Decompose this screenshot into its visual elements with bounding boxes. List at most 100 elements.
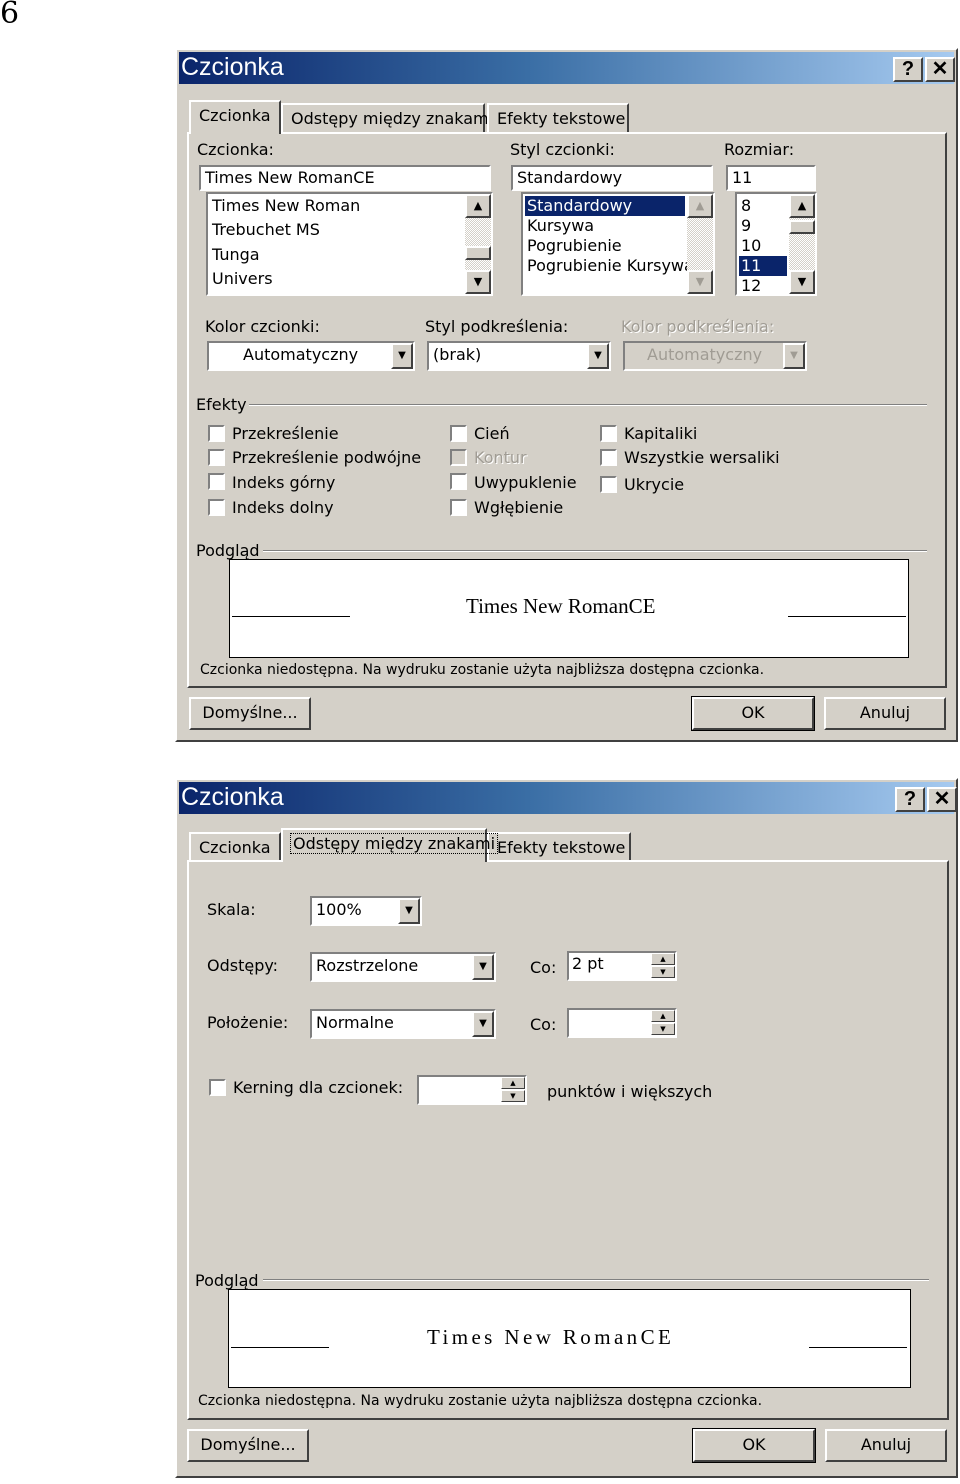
position-by-spinner[interactable]: ▲ ▼	[567, 1008, 677, 1038]
tab-character-spacing-label: Odstępy między znakami	[289, 833, 499, 854]
list-item[interactable]: 12	[739, 276, 763, 294]
tab-character-spacing[interactable]: Odstępy między znakami	[281, 828, 499, 862]
position-label: Położenie:	[207, 1013, 289, 1032]
title-bar[interactable]: Czcionka ? ✕	[179, 782, 957, 814]
font-style-list[interactable]: Standardowy Kursywa Pogrubienie Pogrubie…	[521, 192, 715, 296]
size-list-scrollbar[interactable]: ▲ ▼	[789, 194, 815, 294]
spacing-by-spinner[interactable]: 2 pt ▲ ▼	[567, 951, 677, 981]
double-strikethrough-checkbox[interactable]	[208, 449, 225, 466]
ok-button[interactable]: OK	[691, 696, 815, 731]
cancel-button[interactable]: Anuluj	[825, 1429, 947, 1462]
font-style-scrollbar[interactable]: ▲ ▼	[687, 194, 713, 294]
list-item-selected[interactable]: 11	[739, 256, 787, 276]
effects-group-divider	[249, 404, 927, 406]
dropdown-arrow-icon[interactable]: ▼	[391, 343, 413, 369]
effects-group-label: Efekty	[196, 395, 247, 414]
dropdown-arrow-icon[interactable]: ▼	[472, 954, 494, 980]
scroll-up-arrow-icon[interactable]: ▲	[465, 194, 491, 218]
underline-color-select[interactable]: Automatyczny ▼	[623, 341, 807, 371]
scroll-up-arrow-icon[interactable]: ▲	[687, 194, 713, 218]
font-color-select[interactable]: Automatyczny ▼	[207, 341, 415, 371]
font-list[interactable]: Times New Roman Trebuchet MS Tunga Unive…	[206, 192, 493, 296]
scroll-thumb[interactable]	[789, 220, 815, 234]
list-item[interactable]: Tunga	[210, 245, 262, 265]
engrave-checkbox[interactable]	[450, 499, 467, 516]
dropdown-arrow-icon[interactable]: ▼	[783, 343, 805, 369]
spin-up-icon[interactable]: ▲	[501, 1077, 525, 1089]
emboss-checkbox[interactable]	[450, 473, 467, 490]
spin-up-icon[interactable]: ▲	[651, 1010, 675, 1022]
preview-box: Times New RomanCE	[228, 1289, 911, 1388]
spin-down-icon[interactable]: ▼	[501, 1090, 525, 1102]
hidden-label: Ukrycie	[624, 475, 685, 494]
spacing-select[interactable]: Rozstrzelone ▼	[310, 952, 496, 982]
help-button[interactable]: ?	[893, 57, 923, 82]
close-button[interactable]: ✕	[927, 787, 957, 812]
default-button[interactable]: Domyślne...	[187, 1429, 309, 1462]
help-button[interactable]: ?	[895, 787, 925, 812]
list-item[interactable]: Pogrubienie	[525, 236, 624, 256]
font-input[interactable]: Times New RomanCE	[199, 165, 491, 191]
cancel-button[interactable]: Anuluj	[824, 697, 946, 730]
dropdown-arrow-icon[interactable]: ▼	[472, 1011, 494, 1037]
all-caps-checkbox[interactable]	[600, 449, 617, 466]
dropdown-arrow-icon[interactable]: ▼	[587, 343, 609, 369]
list-item[interactable]: 8	[739, 196, 753, 216]
kerning-checkbox[interactable]	[209, 1079, 226, 1096]
scroll-thumb[interactable]	[465, 246, 491, 260]
preview-box: Times New RomanCE	[229, 559, 909, 658]
shadow-label: Cień	[474, 424, 510, 443]
scale-select[interactable]: 100% ▼	[310, 896, 422, 926]
tab-font[interactable]: Czcionka	[189, 832, 281, 862]
scroll-down-arrow-icon[interactable]: ▼	[687, 270, 713, 294]
underline-style-label: Styl podkreślenia:	[425, 317, 569, 336]
subscript-checkbox[interactable]	[208, 499, 225, 516]
list-item[interactable]: 10	[739, 236, 763, 256]
tab-text-effects[interactable]: Efekty tekstowe	[487, 103, 629, 133]
tab-font[interactable]: Czcionka	[189, 100, 281, 134]
shadow-checkbox[interactable]	[450, 425, 467, 442]
scroll-down-arrow-icon[interactable]: ▼	[465, 270, 491, 294]
list-item[interactable]: 9	[739, 216, 753, 236]
dialog-title: Czcionka	[181, 53, 284, 81]
kerning-spinner[interactable]: ▲ ▼	[417, 1075, 527, 1105]
superscript-checkbox[interactable]	[208, 473, 225, 490]
strikethrough-checkbox[interactable]	[208, 425, 225, 442]
small-caps-checkbox[interactable]	[600, 425, 617, 442]
preview-group-label: Podgląd	[195, 1271, 259, 1290]
position-select[interactable]: Normalne ▼	[310, 1009, 496, 1039]
tab-character-spacing[interactable]: Odstępy między znakami	[281, 103, 493, 133]
list-item[interactable]: Trebuchet MS	[210, 220, 322, 240]
size-list[interactable]: 8 9 10 11 12 ▲ ▼	[735, 192, 817, 296]
tab-text-effects[interactable]: Efekty tekstowe	[487, 832, 631, 862]
scroll-up-arrow-icon[interactable]: ▲	[789, 194, 815, 218]
default-button[interactable]: Domyślne...	[189, 697, 311, 730]
font-list-scrollbar[interactable]: ▲ ▼	[465, 194, 491, 294]
preview-text: Times New RomanCE	[466, 594, 656, 618]
list-item[interactable]: Kursywa	[525, 216, 596, 236]
font-dialog-font-tab: Czcionka ? ✕ Czcionka Odstępy między zna…	[175, 48, 958, 742]
preview-baseline-right	[809, 1347, 907, 1348]
title-bar[interactable]: Czcionka ? ✕	[179, 52, 955, 84]
underline-style-select[interactable]: (brak) ▼	[427, 341, 611, 371]
position-value: Normalne	[316, 1013, 394, 1032]
spacing-by-label: Co:	[530, 958, 557, 977]
size-input[interactable]: 11	[726, 165, 816, 191]
scale-label: Skala:	[207, 900, 256, 919]
superscript-label: Indeks górny	[232, 473, 336, 492]
hidden-checkbox[interactable]	[600, 476, 617, 493]
spin-down-icon[interactable]: ▼	[651, 966, 675, 978]
ok-button[interactable]: OK	[692, 1428, 816, 1463]
list-item[interactable]: Pogrubienie Kursywa	[525, 256, 696, 276]
font-style-input[interactable]: Standardowy	[511, 165, 713, 191]
close-button[interactable]: ✕	[925, 57, 955, 82]
scroll-down-arrow-icon[interactable]: ▼	[789, 270, 815, 294]
list-item-selected[interactable]: Standardowy	[525, 196, 685, 216]
outline-checkbox[interactable]	[450, 449, 467, 466]
list-item[interactable]: Univers	[210, 269, 275, 289]
tab-character-spacing-label: Odstępy między znakami	[291, 109, 494, 128]
spin-down-icon[interactable]: ▼	[651, 1023, 675, 1035]
dropdown-arrow-icon[interactable]: ▼	[398, 898, 420, 924]
spin-up-icon[interactable]: ▲	[651, 953, 675, 965]
list-item[interactable]: Times New Roman	[210, 196, 362, 216]
